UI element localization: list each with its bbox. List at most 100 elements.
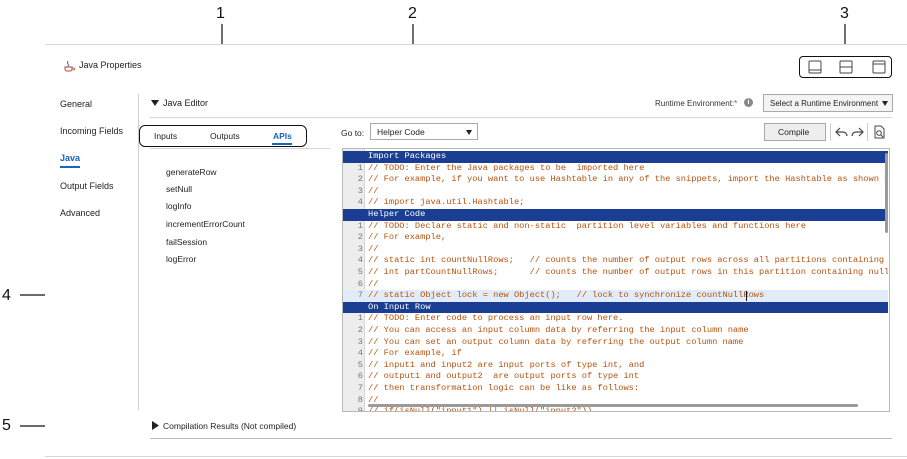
runtime-label: Runtime Environment:* (655, 99, 737, 108)
layout-top-panel-icon[interactable] (872, 60, 886, 74)
code-section-header[interactable]: Helper Code (343, 209, 888, 221)
code-line[interactable]: 4 // import java.util.Hashtable; (343, 197, 888, 209)
code-section-header[interactable]: On Input Row (343, 301, 888, 314)
horizontal-scrollbar[interactable] (368, 404, 858, 407)
code-text: // (368, 278, 379, 289)
code-line[interactable]: 9 // if(isNull("input1") || isNull("input… (343, 406, 888, 412)
code-text: // input1 and input2 are input ports of … (368, 359, 645, 370)
layout-bottom-panel-icon[interactable] (808, 60, 822, 74)
layout-split-panel-icon[interactable] (839, 60, 853, 74)
code-line[interactable]: 1 // TODO: Enter the Java packages to be … (343, 163, 888, 175)
code-line[interactable]: 2 // You can access an input column data … (343, 325, 888, 337)
tab-inputs[interactable]: Inputs (154, 131, 177, 141)
code-text: // int partCountNullRows; // counts the … (368, 267, 888, 277)
line-number: 5 (357, 267, 363, 277)
editor-title: Java Editor (163, 98, 209, 108)
code-line[interactable]: 4 // For example, if (343, 348, 888, 360)
api-item-fail-session[interactable]: failSession (166, 237, 207, 247)
sidebar-item-output-fields[interactable]: Output Fields (60, 181, 114, 191)
code-section-title: On Input Row (368, 301, 431, 312)
code-text: // static int countNullRows; // counts t… (368, 255, 885, 266)
api-item-set-null[interactable]: setNull (166, 184, 192, 194)
compilation-results-label[interactable]: Compilation Results (Not compiled) (163, 421, 296, 431)
code-line[interactable]: 3 // (343, 244, 888, 256)
line-number: 1 (357, 162, 363, 173)
code-line[interactable]: 2 // For example, if you want to use Hash… (343, 174, 888, 186)
sidebar-item-incoming-fields[interactable]: Incoming Fields (60, 126, 123, 136)
chevron-down-icon (466, 130, 472, 135)
code-line[interactable]: 7 // then transformation logic can be lik… (343, 383, 888, 395)
code-text: // TODO: Enter the Java packages to be i… (368, 162, 645, 173)
redo-icon[interactable] (851, 126, 864, 138)
code-text: // static Object lock = new Object(); //… (368, 290, 765, 301)
code-text: // For example, (368, 232, 447, 243)
code-line[interactable]: 2 // For example, (343, 232, 888, 244)
code-text: // import java.util.Hashtable; (368, 197, 525, 208)
line-number: 6 (357, 278, 363, 289)
expand-triangle-icon[interactable] (152, 421, 159, 430)
line-number: 3 (357, 185, 363, 196)
tab-apis-underline (272, 143, 292, 145)
line-number: 8 (357, 394, 363, 405)
api-item-log-info[interactable]: logInfo (166, 201, 192, 211)
code-text: // TODO: Declare static and non-static p… (368, 220, 806, 231)
code-editor[interactable]: Import Packages 1 // TODO: Enter the Java … (342, 148, 890, 412)
code-section-header[interactable]: Import Packages (343, 151, 888, 163)
code-text: // You can set an output column data by … (368, 336, 744, 347)
line-number: 6 (357, 371, 363, 382)
code-section-title: Helper Code (368, 209, 426, 219)
line-number: 1 (357, 313, 363, 324)
line-number: 3 (357, 243, 363, 254)
code-line[interactable]: 6 // output1 and output2 are output ports… (343, 371, 888, 383)
api-item-generate-row[interactable]: generateRow (166, 167, 217, 177)
compile-button[interactable]: Compile (764, 123, 826, 141)
runtime-required-marker: * (734, 99, 738, 108)
sidebar-item-general[interactable]: General (60, 99, 92, 109)
runtime-select-value: Select a Runtime Environment (770, 98, 879, 108)
toolbar-divider (830, 123, 831, 141)
code-line[interactable]: 6 // (343, 279, 888, 291)
info-icon[interactable]: i (744, 98, 753, 107)
goto-select-value: Helper Code (377, 126, 425, 137)
code-text: // output1 and output2 are output ports … (368, 371, 640, 382)
toolbar-divider-2 (867, 123, 868, 141)
collapse-triangle-icon[interactable] (151, 99, 159, 107)
code-line[interactable]: 4 // static int countNullRows; // counts … (343, 255, 888, 267)
tab-apis[interactable]: APIs (273, 131, 292, 141)
tabs-underline (150, 148, 330, 149)
sidebar-active-underline (60, 166, 80, 168)
code-line[interactable]: 3 // (343, 186, 888, 198)
sidebar-item-java[interactable]: Java (60, 153, 80, 163)
text-caret (746, 291, 747, 302)
tab-outputs[interactable]: Outputs (210, 131, 240, 141)
code-line[interactable]: 5 // input1 and input2 are input ports of… (343, 360, 888, 372)
code-text: // For example, if (368, 348, 462, 359)
api-item-increment-error-count[interactable]: incrementErrorCount (166, 219, 245, 229)
line-number: 1 (357, 220, 363, 231)
code-text: // if(isNull("input1") || isNull("input2… (368, 406, 593, 412)
line-number: 2 (357, 325, 363, 335)
goto-select[interactable]: Helper Code (370, 123, 478, 140)
code-text: // You can access an input column data b… (368, 325, 749, 335)
line-number: 9 (357, 406, 363, 412)
line-number: 7 (357, 383, 363, 393)
vertical-scrollbar[interactable] (885, 153, 888, 233)
code-text: // (368, 243, 379, 254)
line-number: 3 (357, 336, 363, 347)
line-number: 5 (357, 359, 363, 370)
compilation-divider (150, 438, 892, 439)
goto-label: Go to: (341, 128, 365, 138)
code-line[interactable]: 1 // TODO: Enter code to process an input… (343, 313, 888, 325)
find-icon[interactable] (873, 125, 886, 139)
editor-header-divider (150, 117, 892, 118)
code-line[interactable]: 1 // TODO: Declare static and non-static … (343, 221, 888, 233)
code-line[interactable]: 3 // You can set an output column data by… (343, 337, 888, 349)
line-number: 2 (357, 174, 363, 185)
sidebar-item-advanced[interactable]: Advanced (60, 208, 100, 218)
undo-icon[interactable] (835, 126, 848, 138)
runtime-environment-select[interactable]: Select a Runtime Environment (763, 94, 893, 112)
code-line[interactable]: 7 // static Object lock = new Object(); /… (343, 290, 888, 302)
code-line[interactable]: 5 // int partCountNullRows; // counts the… (343, 267, 888, 279)
api-item-log-error[interactable]: logError (166, 254, 196, 264)
chevron-down-icon (882, 101, 888, 106)
